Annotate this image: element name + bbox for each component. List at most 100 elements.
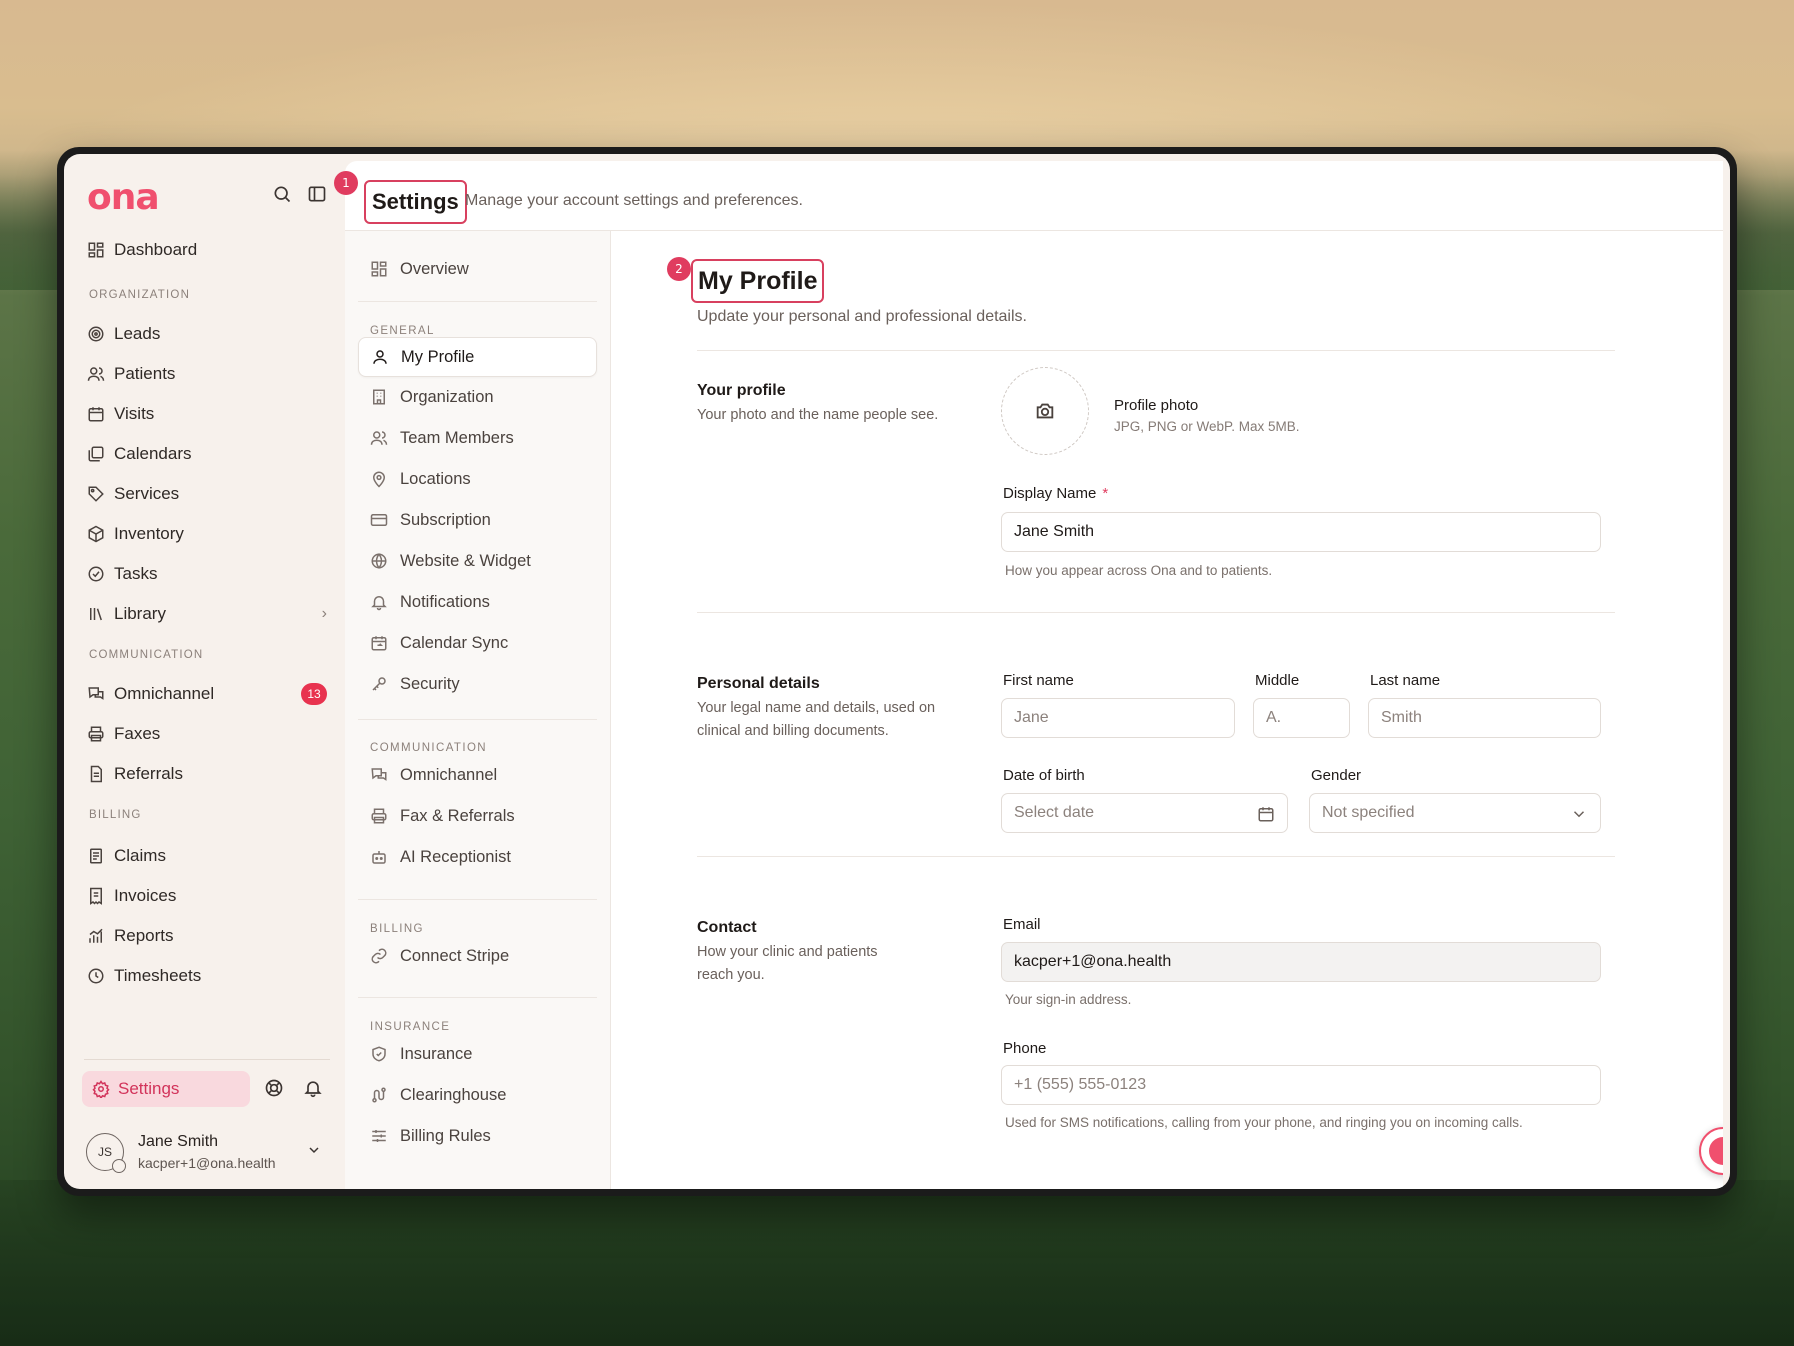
settings-nav-notifications[interactable]: Notifications bbox=[358, 582, 597, 622]
user-name: Jane Smith bbox=[138, 1133, 219, 1150]
step-marker-2: 2 bbox=[667, 257, 691, 281]
gender-select[interactable]: Not specified bbox=[1309, 793, 1601, 833]
sidebar-item-label: Patients bbox=[114, 364, 176, 383]
sidebar-item-label: Leads bbox=[114, 324, 161, 343]
settings-nav-clearinghouse[interactable]: Clearinghouse bbox=[358, 1075, 597, 1115]
invoice-icon bbox=[87, 887, 105, 905]
settings-nav-section-communication: COMMUNICATION bbox=[370, 742, 488, 754]
sidebar-item-label: Omnichannel bbox=[114, 684, 215, 703]
last-name-label: Last name bbox=[1370, 672, 1441, 689]
gear-icon bbox=[92, 1080, 110, 1098]
sidebar-item-label: Visits bbox=[114, 404, 155, 423]
sidebar-item-referrals[interactable]: Referrals bbox=[87, 759, 327, 789]
assistant-launcher-button[interactable] bbox=[1699, 1127, 1723, 1175]
settings-nav-organization[interactable]: Organization bbox=[358, 377, 597, 417]
help-icon[interactable] bbox=[264, 1078, 286, 1100]
section-title: My Profile bbox=[691, 259, 825, 303]
last-name-placeholder: Smith bbox=[1381, 709, 1422, 726]
chevron-right-icon: › bbox=[321, 605, 327, 622]
sidebar-item-settings[interactable]: Settings bbox=[82, 1071, 250, 1107]
settings-nav-team-members[interactable]: Team Members bbox=[358, 418, 597, 458]
display-name-field[interactable]: Jane Smith bbox=[1001, 512, 1601, 552]
display-name-label-text: Display Name bbox=[1003, 485, 1097, 502]
sidebar-toggle-icon[interactable] bbox=[307, 184, 329, 206]
settings-nav-label: Organization bbox=[400, 387, 494, 406]
settings-nav-label: Subscription bbox=[400, 510, 491, 529]
gender-value: Not specified bbox=[1322, 804, 1415, 821]
first-name-label: First name bbox=[1003, 672, 1074, 689]
settings-nav-my-profile[interactable]: My Profile bbox=[358, 337, 597, 377]
sidebar-item-label: Faxes bbox=[114, 724, 161, 743]
last-name-field[interactable]: Smith bbox=[1368, 698, 1601, 738]
robot-icon bbox=[370, 848, 388, 866]
divider bbox=[697, 612, 1615, 613]
your-profile-desc: Your photo and the name people see. bbox=[697, 407, 939, 423]
sidebar-item-inventory[interactable]: Inventory bbox=[87, 519, 327, 549]
settings-nav-fax-referrals[interactable]: Fax & Referrals bbox=[358, 796, 597, 836]
settings-nav-connect-stripe[interactable]: Connect Stripe bbox=[358, 936, 597, 976]
sidebar-item-faxes[interactable]: Faxes bbox=[87, 719, 327, 749]
chevron-down-icon bbox=[1570, 805, 1588, 823]
profile-photo-title: Profile photo bbox=[1114, 397, 1199, 414]
settings-nav-overview[interactable]: Overview bbox=[358, 249, 597, 289]
user-menu[interactable]: JS Jane Smith kacper+1@ona.health bbox=[86, 1129, 326, 1179]
display-name-value: Jane Smith bbox=[1014, 523, 1095, 540]
sidebar-item-library[interactable]: Library › bbox=[87, 599, 327, 629]
email-field[interactable]: kacper+1@ona.health bbox=[1001, 942, 1601, 982]
library-icon bbox=[87, 605, 105, 623]
sidebar-item-claims[interactable]: Claims bbox=[87, 841, 327, 871]
sidebar-item-label: Services bbox=[114, 484, 180, 503]
settings-nav-label: Locations bbox=[400, 469, 471, 488]
chat-icon bbox=[370, 766, 388, 784]
sidebar-item-leads[interactable]: Leads bbox=[87, 319, 327, 349]
settings-nav-subscription[interactable]: Subscription bbox=[358, 500, 597, 540]
globe-icon bbox=[370, 552, 388, 570]
sidebar-item-patients[interactable]: Patients bbox=[87, 359, 327, 389]
email-label: Email bbox=[1003, 916, 1041, 933]
sidebar-item-omnichannel[interactable]: Omnichannel 13 bbox=[87, 679, 327, 709]
settings-nav-security[interactable]: Security bbox=[358, 664, 597, 704]
settings-nav-website-widget[interactable]: Website & Widget bbox=[358, 541, 597, 581]
sidebar-item-calendars[interactable]: Calendars bbox=[87, 439, 327, 469]
phone-placeholder: +1 (555) 555-0123 bbox=[1014, 1076, 1147, 1093]
settings-nav-omnichannel[interactable]: Omnichannel bbox=[358, 755, 597, 795]
dob-field[interactable]: Select date bbox=[1001, 793, 1288, 833]
background-field bbox=[0, 1180, 1794, 1346]
your-profile-title: Your profile bbox=[697, 382, 786, 399]
calendars-icon bbox=[87, 445, 105, 463]
main-panel: Settings Manage your account settings an… bbox=[345, 161, 1723, 1189]
clock-icon bbox=[87, 967, 105, 985]
email-hint: Your sign-in address. bbox=[1005, 992, 1132, 1007]
profile-photo-upload[interactable] bbox=[1001, 367, 1089, 455]
first-name-field[interactable]: Jane bbox=[1001, 698, 1235, 738]
sidebar-item-visits[interactable]: Visits bbox=[87, 399, 327, 429]
sidebar-item-dashboard[interactable]: Dashboard bbox=[87, 235, 327, 265]
phone-field[interactable]: +1 (555) 555-0123 bbox=[1001, 1065, 1601, 1105]
settings-nav-billing-rules[interactable]: Billing Rules bbox=[358, 1116, 597, 1156]
settings-nav-ai-receptionist[interactable]: AI Receptionist bbox=[358, 837, 597, 877]
credit-card-icon bbox=[370, 511, 388, 529]
settings-nav-label: AI Receptionist bbox=[400, 847, 511, 866]
settings-nav-label: Connect Stripe bbox=[400, 946, 510, 965]
search-icon[interactable] bbox=[272, 184, 294, 206]
bell-icon[interactable] bbox=[303, 1078, 325, 1100]
phone-label: Phone bbox=[1003, 1040, 1047, 1057]
printer-icon bbox=[87, 725, 105, 743]
sidebar-item-reports[interactable]: Reports bbox=[87, 921, 327, 951]
sidebar-item-timesheets[interactable]: Timesheets bbox=[87, 961, 327, 991]
nav-divider bbox=[358, 301, 597, 302]
sidebar-item-invoices[interactable]: Invoices bbox=[87, 881, 327, 911]
calendar-icon bbox=[1257, 805, 1275, 823]
settings-nav-label: Notifications bbox=[400, 592, 490, 611]
settings-nav-calendar-sync[interactable]: Calendar Sync bbox=[358, 623, 597, 663]
settings-nav-insurance[interactable]: Insurance bbox=[358, 1034, 597, 1074]
settings-nav-locations[interactable]: Locations bbox=[358, 459, 597, 499]
middle-name-field[interactable]: A. bbox=[1253, 698, 1350, 738]
display-name-label: Display Name * bbox=[1003, 485, 1108, 502]
settings-nav-label: Fax & Referrals bbox=[400, 806, 515, 825]
sidebar-item-tasks[interactable]: Tasks bbox=[87, 559, 327, 589]
sidebar-item-services[interactable]: Services bbox=[87, 479, 327, 509]
settings-nav-label: Clearinghouse bbox=[400, 1085, 507, 1104]
profile-content: 2 My Profile Update your personal and pr… bbox=[611, 231, 1723, 1189]
divider bbox=[697, 350, 1615, 351]
